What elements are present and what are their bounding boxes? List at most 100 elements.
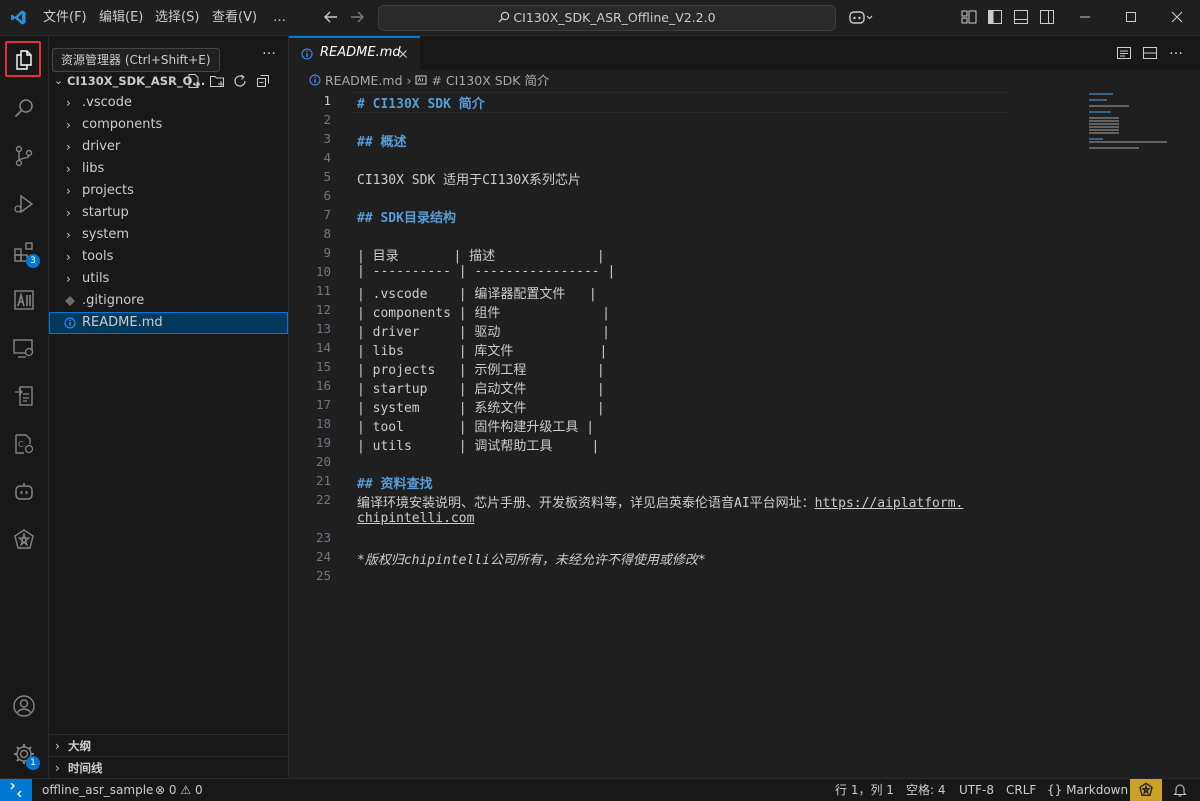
code-line: | startup | 启动文件 | (357, 378, 605, 397)
timeline-section-header[interactable]: › 时间线 (49, 756, 288, 779)
line-number: 24 (315, 549, 331, 564)
code-text: ## SDK目录结构 (357, 211, 456, 226)
copilot-icon[interactable] (848, 8, 874, 26)
tree-item-label: projects (82, 183, 134, 198)
tree-file-gitignore[interactable]: .gitignore (49, 290, 288, 312)
url-link[interactable]: https://aiplatform. (815, 496, 964, 511)
minimize-icon[interactable] (1076, 8, 1094, 26)
collapse-all-icon[interactable] (255, 73, 271, 89)
close-icon[interactable] (1168, 8, 1186, 26)
line-number: 4 (323, 150, 331, 165)
chevron-right-icon: › (66, 118, 71, 132)
back-arrow-icon[interactable] (322, 8, 340, 26)
editor-area[interactable]: README.md › # CI130X SDK 简介 1 # CI130X SD… (289, 70, 1200, 778)
minimap[interactable] (1089, 92, 1169, 164)
notifications-bell-icon[interactable] (1172, 782, 1188, 798)
chevron-right-icon: › (66, 272, 71, 286)
code-line: | ---------- | ---------------- | (357, 264, 615, 279)
split-editor-icon[interactable] (1142, 45, 1158, 61)
run-debug-button[interactable] (0, 180, 48, 228)
url-link-continued[interactable]: chipintelli.com (357, 511, 474, 526)
breadcrumb-symbol[interactable]: # CI130X SDK 简介 (431, 73, 549, 88)
menu-view[interactable]: 查看(V) (205, 0, 264, 35)
remote-explorer-button[interactable] (0, 324, 48, 372)
tree-file-readme[interactable]: README.md (49, 312, 288, 334)
outline-section-header[interactable]: › 大纲 (49, 734, 288, 757)
line-number: 23 (315, 530, 331, 545)
cursor-position[interactable]: 行 1，列 1 (835, 779, 894, 801)
info-icon (64, 317, 76, 329)
breadcrumb-file[interactable]: README.md (325, 73, 403, 88)
search-icon (14, 99, 33, 118)
line-number: 14 (315, 340, 331, 355)
manage-button[interactable]: 1 (0, 730, 48, 778)
search-icon (498, 11, 510, 23)
new-folder-icon[interactable] (209, 73, 225, 89)
close-icon[interactable] (397, 48, 409, 60)
toggle-primary-sidebar-icon[interactable] (986, 8, 1004, 26)
build-tool-button[interactable]: C (0, 420, 48, 468)
language-mode[interactable]: {} Markdown (1047, 779, 1128, 801)
tab-readme[interactable]: README.md (289, 36, 420, 71)
search-button[interactable] (0, 84, 48, 132)
explorer-more-actions[interactable]: … (257, 40, 281, 64)
menu-file[interactable]: 文件(F) (36, 0, 94, 35)
code-text: 编译环境安装说明、芯片手册、开发板资料等，详见启英泰伦语音AI平台网址： (357, 496, 815, 511)
toggle-panel-icon[interactable] (1012, 8, 1030, 26)
extensions-button[interactable]: 3 (0, 228, 48, 276)
workspace-folder-header[interactable]: ⌄ CI130X_SDK_ASR_O... (49, 70, 288, 92)
tree-item-label: system (82, 227, 129, 242)
tree-folder-tools[interactable]: › tools (49, 246, 288, 268)
warning-icon: ⚠ (180, 783, 192, 797)
new-file-icon[interactable] (186, 73, 202, 89)
tree-folder-startup[interactable]: › startup (49, 202, 288, 224)
flash-tool-button[interactable] (0, 372, 48, 420)
tree-folder-utils[interactable]: › utils (49, 268, 288, 290)
tree-folder-projects[interactable]: › projects (49, 180, 288, 202)
tree-folder-libs[interactable]: › libs (49, 158, 288, 180)
encoding[interactable]: UTF-8 (959, 779, 994, 801)
toggle-secondary-sidebar-icon[interactable] (1038, 8, 1056, 26)
code-line: | .vscode | 编译器配置文件 | (357, 283, 597, 302)
chevron-right-icon: › (55, 761, 60, 775)
command-center-search[interactable]: CI130X_SDK_ASR_Offline_V2.2.0 (378, 5, 836, 31)
code-line: | system | 系统文件 | (357, 397, 605, 416)
tree-folder-driver[interactable]: › driver (49, 136, 288, 158)
chevron-right-icon: › (66, 140, 71, 154)
forward-arrow-icon[interactable] (348, 8, 366, 26)
extensions-badge: 3 (26, 254, 40, 268)
tree-folder-vscode[interactable]: › .vscode (49, 92, 288, 114)
line-ending[interactable]: CRLF (1006, 779, 1036, 801)
source-control-button[interactable] (0, 132, 48, 180)
refresh-icon[interactable] (232, 73, 248, 89)
chip-tool-button[interactable] (0, 516, 48, 564)
menu-selection[interactable]: 选择(S) (148, 0, 206, 35)
chevron-right-icon: › (66, 184, 71, 198)
remote-icon (10, 783, 22, 797)
ai-extension-button[interactable] (0, 276, 48, 324)
maximize-icon[interactable] (1122, 8, 1140, 26)
extension-status[interactable] (1130, 779, 1162, 801)
customize-layout-icon[interactable] (960, 8, 978, 26)
code-text: | libs | 库文件 | (357, 344, 608, 359)
copilot-chat-button[interactable] (0, 468, 48, 516)
editor-more-actions[interactable]: … (1169, 42, 1183, 58)
outline-label: 大纲 (68, 739, 91, 753)
menu-edit[interactable]: 编辑(E) (92, 0, 150, 35)
accounts-button[interactable] (0, 682, 48, 730)
robot-icon (15, 483, 33, 500)
indentation[interactable]: 空格: 4 (906, 779, 946, 801)
workspace-folder-title: CI130X_SDK_ASR_O... (67, 74, 206, 88)
tree-folder-components[interactable]: › components (49, 114, 288, 136)
explorer-button[interactable] (0, 36, 48, 84)
open-preview-icon[interactable] (1116, 45, 1132, 61)
branch-label[interactable]: offline_asr_sample (42, 779, 153, 801)
remote-indicator[interactable] (0, 779, 32, 801)
svg-text:C: C (18, 440, 24, 449)
editor-tabs: README.md … (289, 36, 1200, 71)
menu-more[interactable]: … (266, 0, 293, 35)
problems-indicator[interactable]: ⊗ 0 ⚠ 0 (155, 779, 203, 801)
tree-folder-system[interactable]: › system (49, 224, 288, 246)
line-number: 7 (323, 207, 331, 222)
code-line: | tool | 固件构建升级工具 | (357, 416, 594, 435)
